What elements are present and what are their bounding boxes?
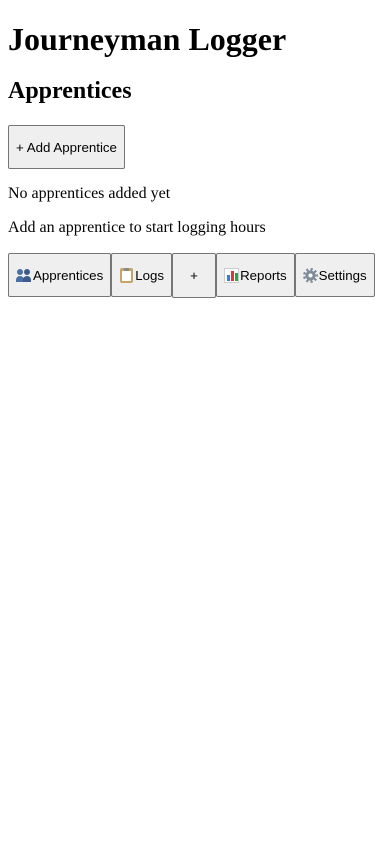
nav-reports-label: Reports [240,267,287,283]
people-icon [16,267,32,283]
nav-settings-button[interactable]: Settings [294,253,375,297]
empty-state-hint: Add an apprentice to start logging hours [8,219,266,236]
nav-logs-label: Logs [135,267,165,283]
clipboard-icon [120,267,134,283]
nav-reports-button[interactable]: Reports [216,253,295,297]
bottom-nav: Apprentices Logs + Reports Settings [8,253,382,298]
app-container: Journeyman Logger Apprentices + Add Appr… [0,21,390,298]
add-apprentice-button[interactable]: + Add Apprentice [8,125,125,169]
nav-apprentices-label: Apprentices [33,267,104,283]
gear-icon [302,267,318,283]
section-title: Apprentices [8,78,132,104]
nav-logs-button[interactable]: Logs [111,253,173,297]
nav-add-label: + [190,268,198,283]
empty-state-message: No apprentices added yet [8,185,171,202]
bar-chart-icon [224,267,240,283]
nav-settings-label: Settings [318,267,367,283]
app-title: Journeyman Logger [8,21,287,57]
nav-add-log-button[interactable]: + [172,253,217,298]
nav-apprentices-button[interactable]: Apprentices [8,253,112,297]
